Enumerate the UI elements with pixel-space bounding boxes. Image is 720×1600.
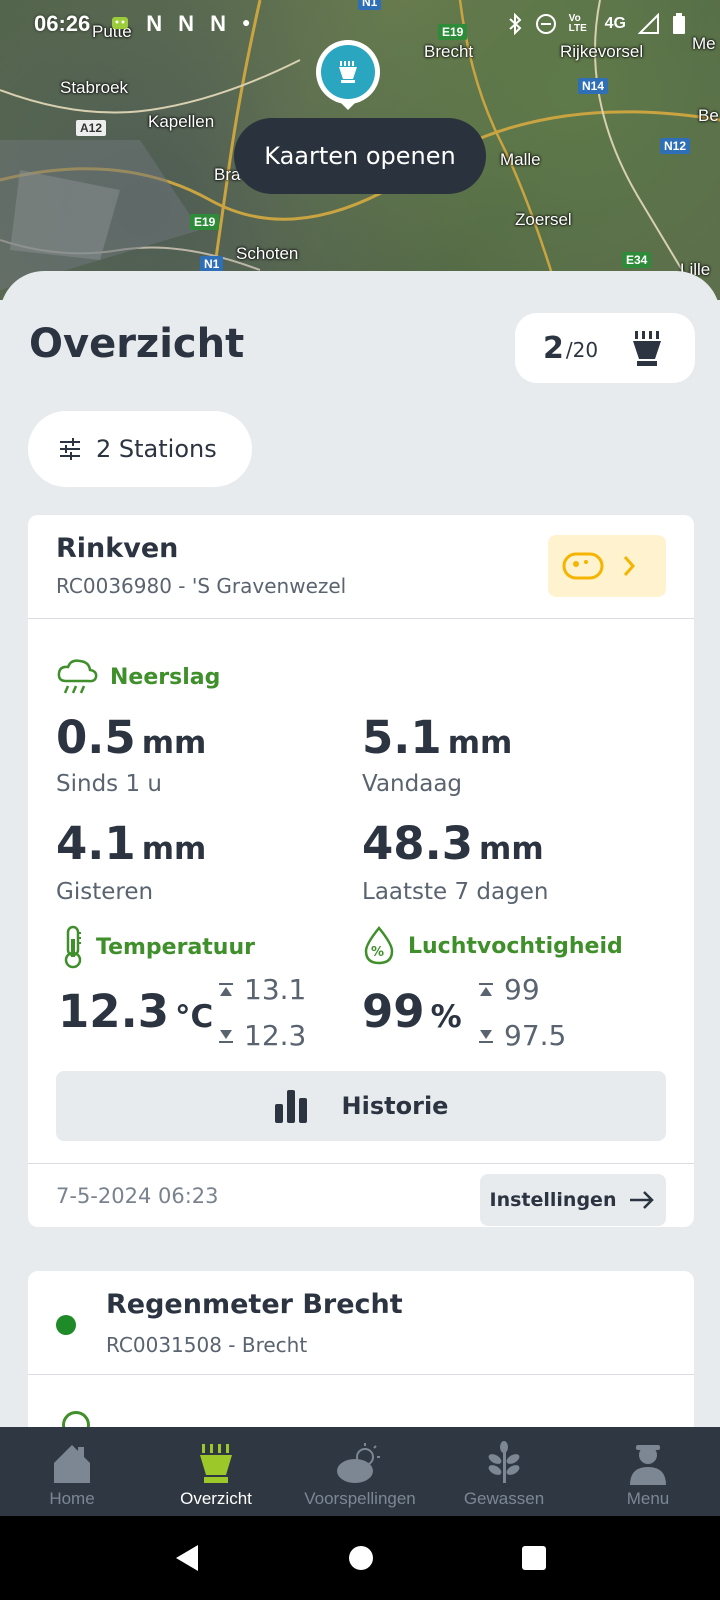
min-arrow-icon <box>479 1029 493 1043</box>
rain-cloud-icon <box>57 659 98 694</box>
max-arrow-icon <box>219 982 233 996</box>
signal-icon <box>638 13 659 34</box>
station-card-footer: 7-5-2024 06:23 Instellingen <box>28 1163 694 1227</box>
road-shield: A12 <box>76 120 107 136</box>
map-place-label: Malle <box>500 150 541 169</box>
station-total: /20 <box>565 338 599 362</box>
road-shield: N12 <box>660 138 691 154</box>
sponge-icon <box>562 552 604 580</box>
thermometer-icon <box>64 925 82 969</box>
map-place-label: Kapellen <box>148 112 215 131</box>
status-time: 06:26 <box>34 11 91 36</box>
settings-button[interactable]: Instellingen <box>480 1174 666 1226</box>
humidity-min: 97.5 <box>478 1019 566 1052</box>
rain-gauge-icon <box>200 1444 232 1483</box>
home-circle-icon[interactable] <box>347 1544 375 1572</box>
nav-home[interactable]: Home <box>0 1427 144 1516</box>
network-type: 4G <box>604 15 626 32</box>
notification-n-icon: N <box>178 11 195 36</box>
bar-chart-icon <box>274 1090 307 1123</box>
android-icon <box>112 17 129 29</box>
max-arrow-icon <box>479 982 493 996</box>
precip-since-1h-caption: Sinds 1 u <box>56 771 162 797</box>
pin-tail <box>338 100 358 110</box>
status-online-icon <box>56 1315 76 1335</box>
battery-icon <box>673 13 685 34</box>
station-counter[interactable]: 2 /20 <box>515 313 695 383</box>
precip-last-7-days: 48.3 mm <box>362 817 544 870</box>
dot-icon: ● <box>241 14 251 30</box>
humidity-value: 99% <box>362 985 462 1038</box>
open-maps-button[interactable]: Kaarten openen <box>234 118 486 194</box>
home-icon <box>54 1445 90 1483</box>
notification-n-icon: N <box>210 11 226 36</box>
temperature-value: 12.3 °C <box>58 985 214 1038</box>
stations-filter-label: 2 Stations <box>96 435 217 463</box>
notification-icons: N N N ● <box>110 11 250 37</box>
nav-crops[interactable]: Gewassen <box>432 1427 576 1516</box>
station-map-pin[interactable] <box>316 40 380 104</box>
precip-since-1h: 0.5 mm <box>56 711 207 764</box>
station-card: Regenmeter Brecht RC0031508 - Brecht <box>28 1271 694 1441</box>
nav-overview[interactable]: Overzicht <box>144 1427 288 1516</box>
status-bar: 06:26 N N N ● Vo LTE 4G <box>0 0 720 48</box>
nav-menu[interactable]: Menu <box>576 1427 720 1516</box>
arrow-right-icon <box>630 1191 655 1209</box>
rain-gauge-icon <box>339 61 357 83</box>
station-id-place: RC0031508 - Brecht <box>106 1333 308 1357</box>
system-navigation-bar <box>0 1516 720 1600</box>
overview-sheet: Overzicht 2 /20 2 Stations Rinkven RC003… <box>0 271 720 1441</box>
road-shield: N1 <box>200 256 224 272</box>
do-not-disturb-icon <box>535 14 556 34</box>
sun-cloud-icon <box>337 1443 380 1483</box>
min-arrow-icon <box>219 1029 233 1043</box>
last-update-timestamp: 7-5-2024 06:23 <box>56 1184 219 1208</box>
temperature-min: 12.3 <box>218 1019 306 1052</box>
temperature-label: Temperatuur <box>62 925 255 969</box>
chevron-right-icon <box>623 556 636 576</box>
volte-icon: Vo LTE <box>568 13 587 34</box>
precipitation-label: Neerslag <box>56 657 220 697</box>
recents-icon[interactable] <box>520 1544 548 1572</box>
filter-sliders-icon <box>60 438 80 460</box>
precip-yesterday: 4.1 mm <box>56 817 207 870</box>
notification-n-icon: N <box>146 11 163 36</box>
map-place-label: Zoersel <box>515 210 572 229</box>
station-card: Rinkven RC0036980 - 'S Gravenwezel Neers… <box>28 515 694 1227</box>
station-count: 2 <box>543 330 564 366</box>
stations-filter-button[interactable]: 2 Stations <box>28 411 252 487</box>
wheat-icon <box>488 1441 520 1483</box>
bottom-navigation: Home Overzicht Voorspellingen Gewassen M… <box>0 1427 720 1516</box>
road-shield: E19 <box>190 214 220 230</box>
map-place-label: Be <box>698 106 719 125</box>
road-shield: N14 <box>578 78 609 94</box>
map-place-label: Stabroek <box>60 78 129 97</box>
sponge-detail-button[interactable] <box>548 535 666 597</box>
humidity-max: 99 <box>478 973 540 1006</box>
humidity-label: % Luchtvochtigheid <box>362 925 623 967</box>
precip-yesterday-caption: Gisteren <box>56 879 154 905</box>
system-icons: Vo LTE 4G <box>507 13 686 35</box>
back-icon[interactable] <box>172 1543 202 1573</box>
station-row[interactable]: Regenmeter Brecht RC0031508 - Brecht <box>28 1271 694 1375</box>
page-title: Overzicht <box>29 321 245 367</box>
humidity-drop-icon: % <box>364 926 394 965</box>
rain-gauge-icon <box>633 331 661 366</box>
precip-today-caption: Vandaag <box>362 771 463 797</box>
map-place-label: Schoten <box>236 244 299 263</box>
temperature-max: 13.1 <box>218 973 306 1006</box>
precip-today: 5.1 mm <box>362 711 513 764</box>
precip-last-7-days-caption: Laatste 7 dagen <box>362 879 549 905</box>
svg-text:%: % <box>371 945 384 960</box>
station-name: Regenmeter Brecht <box>106 1289 403 1320</box>
farmer-avatar-icon <box>630 1445 666 1485</box>
history-button[interactable]: Historie <box>56 1071 666 1141</box>
station-card-header[interactable]: Rinkven RC0036980 - 'S Gravenwezel <box>28 515 694 619</box>
road-shield: E34 <box>622 252 652 268</box>
nav-forecasts[interactable]: Voorspellingen <box>288 1427 432 1516</box>
bluetooth-icon <box>508 13 522 35</box>
